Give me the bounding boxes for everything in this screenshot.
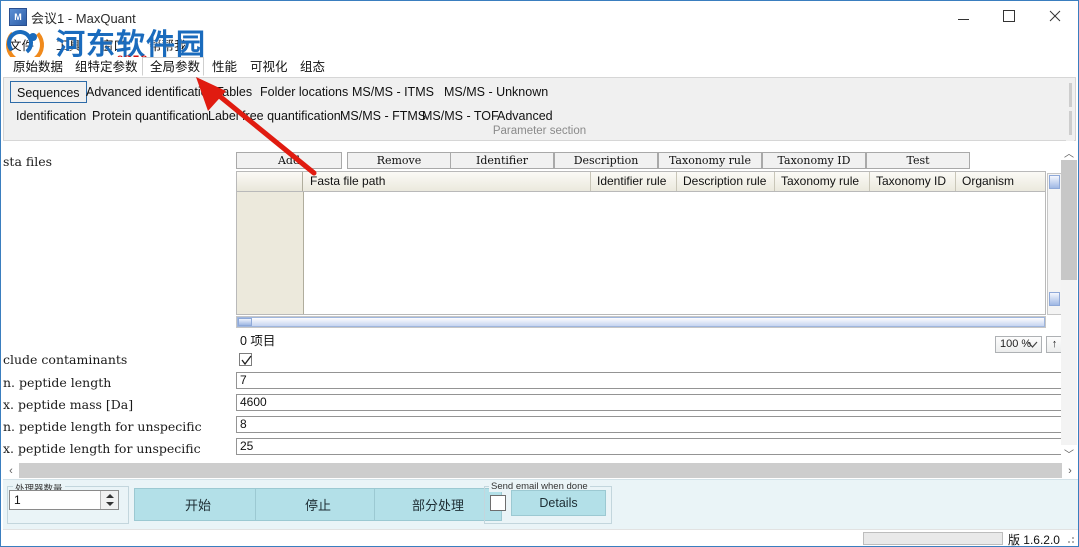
sub-tab-tables[interactable]: Tables [210,81,258,103]
sub-tab-advanced-identification[interactable]: Advanced identification [80,81,221,103]
start-button[interactable]: 开始 [134,488,262,521]
identifier-button[interactable]: Identifier [450,152,554,169]
menu-bar: 文件 工具 窗口 帮帮我 [1,31,1078,55]
grid-col-taxonomy-id[interactable]: Taxonomy ID [870,172,956,191]
main-tab-visualization[interactable]: 可视化 [242,57,292,76]
min-peptide-length-label: n. peptide length [3,375,112,390]
threads-spinner-buttons[interactable] [100,491,118,509]
maxquant-window: M 会议1 - MaxQuant 文件 工具 窗口 帮帮我 河东软件园 www.… [0,0,1079,547]
partial-processing-button[interactable]: 部分处理 [374,488,502,521]
grid-vertical-scrollbar[interactable] [1047,173,1062,315]
grid-col-fasta-file-path[interactable]: Fasta file path [304,172,591,191]
maxquant-icon: M [9,8,27,26]
sub-tab-msms-unknown[interactable]: MS/MS - Unknown [438,81,554,103]
main-tab-strip: 原始数据 组特定参数 全局参数 性能 可视化 组态 [1,57,1078,77]
taxonomy-id-button[interactable]: Taxonomy ID [762,152,866,169]
grid-header-row: Fasta file path Identifier rule Descript… [237,172,1045,192]
parameter-sub-tab-panel: Sequences Advanced identification Tables… [3,77,1076,141]
add-button[interactable]: Add [236,152,342,169]
fasta-files-grid[interactable]: Fasta file path Identifier rule Descript… [236,171,1046,315]
grid-body[interactable] [304,192,1045,314]
include-contaminants-label: clude contaminants [3,352,128,367]
menu-item-help[interactable]: 帮帮我 [149,35,187,54]
scroll-left-arrow-icon[interactable]: ‹ [3,462,19,479]
max-peptide-length-unspecific-input[interactable]: 25 [236,438,1062,455]
send-email-checkbox[interactable] [490,495,506,511]
panel-vertical-scrollbar[interactable]: ︿ ﹀ [1061,144,1077,461]
fasta-toolbar: Add Remove Identifier Description Taxono… [236,152,1062,169]
grid-vscroll-thumb-bottom[interactable] [1049,292,1060,306]
max-peptide-length-unspecific-label: x. peptide length for unspecific [3,441,201,456]
sub-tab-folder-locations[interactable]: Folder locations [254,81,354,103]
grid-col-organism[interactable]: Organism [956,172,1046,191]
close-icon [1049,10,1061,22]
item-count-label: 0 项目 [240,334,276,348]
sub-tab-msms-itms[interactable]: MS/MS - ITMS [346,81,440,103]
minimize-button[interactable] [940,1,986,31]
check-icon [241,355,252,366]
details-button[interactable]: Details [511,490,606,516]
menu-item-file[interactable]: 文件 [9,35,34,54]
min-peptide-length-unspecific-input[interactable]: 8 [236,416,1062,433]
sub-tab-label-free-quantification[interactable]: Label free quantification [202,105,347,127]
description-button[interactable]: Description [554,152,658,169]
main-tab-performance[interactable]: 性能 [204,57,242,76]
remove-button[interactable]: Remove [347,152,451,169]
threads-value: 1 [14,493,21,507]
main-tab-configuration[interactable]: 组态 [292,57,330,76]
grid-col-identifier-rule[interactable]: Identifier rule [591,172,677,191]
main-tab-group-params[interactable]: 组特定参数 [67,57,142,76]
fasta-files-label: sta files [3,154,53,169]
maximize-button[interactable] [986,1,1032,31]
scroll-right-arrow-icon[interactable]: › [1062,462,1078,479]
max-peptide-mass-label: x. peptide mass [Da] [3,397,134,412]
grid-col-taxonomy-rule[interactable]: Taxonomy rule [775,172,870,191]
min-peptide-length-input[interactable]: 7 [236,372,1062,389]
main-tab-raw-data[interactable]: 原始数据 [5,57,67,76]
sub-tab-sequences[interactable]: Sequences [10,81,87,103]
version-label: 版 1.6.2.0 [1007,533,1060,547]
grid-row-header-column [237,192,304,314]
resize-grip-icon[interactable] [1064,533,1076,545]
sub-tab-protein-quantification[interactable]: Protein quantification [86,105,215,127]
menu-item-tools[interactable]: 工具 [56,35,81,54]
sub-tab-identification[interactable]: Identification [10,105,92,127]
sub-panel-scrollbar[interactable] [1066,79,1074,141]
grid-vscroll-thumb-top[interactable] [1049,175,1060,189]
close-button[interactable] [1032,1,1078,31]
grid-hscroll-thumb[interactable] [237,317,1045,327]
title-bar: M 会议1 - MaxQuant [1,1,1078,31]
chevron-down-icon [1027,341,1038,348]
panel-vscroll-thumb[interactable] [1061,160,1077,280]
stop-button[interactable]: 停止 [255,488,381,521]
parameter-section-label: Parameter section [492,125,587,137]
status-bar: 版 1.6.2.0 [3,529,1078,546]
sub-tab-row-1: Sequences Advanced identification Tables… [4,81,1075,104]
test-button[interactable]: Test [866,152,970,169]
zoom-level-combo[interactable]: 100 % [995,336,1042,353]
main-tab-global-params[interactable]: 全局参数 [142,57,204,76]
min-peptide-length-unspecific-label: n. peptide length for unspecific [3,419,202,434]
window-title: 会议1 - MaxQuant [31,11,136,26]
taxonomy-rule-button[interactable]: Taxonomy rule [658,152,762,169]
scroll-down-arrow-icon[interactable]: ﹀ [1061,445,1077,461]
menu-item-window[interactable]: 窗口 [101,35,126,54]
threads-spinner[interactable]: 1 [9,490,119,510]
grid-hscroll-grip[interactable] [238,318,252,326]
progress-bar [863,532,1003,545]
run-control-bar: 处理器数量 1 开始 停止 部分处理 Send email when done … [3,479,1078,529]
scroll-up-arrow-icon[interactable]: ︿ [1061,144,1077,160]
sub-tab-advanced[interactable]: Advanced [491,105,559,127]
max-peptide-mass-input[interactable]: 4600 [236,394,1062,411]
grid-horizontal-scrollbar[interactable] [236,316,1046,328]
grid-col-description-rule[interactable]: Description rule [677,172,775,191]
panel-horizontal-scrollbar[interactable]: ‹ › [3,462,1078,479]
include-contaminants-checkbox[interactable] [239,353,252,366]
panel-hscroll-thumb[interactable] [19,463,1062,478]
grid-corner-cell [237,172,303,191]
sequences-panel: sta files Add Remove Identifier Descript… [3,144,1063,461]
window-controls [940,1,1078,31]
